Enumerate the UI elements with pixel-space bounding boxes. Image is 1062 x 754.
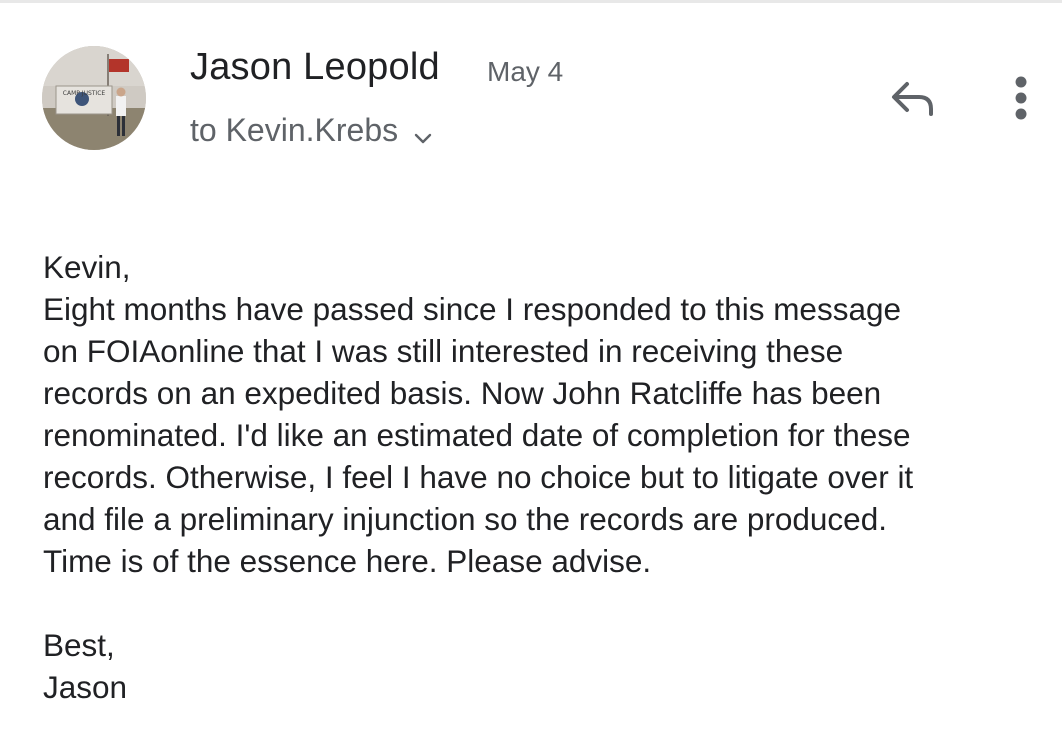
chevron-down-icon [412,121,434,144]
recipient-details-toggle[interactable]: to Kevin.Krebs [190,110,434,150]
reply-button[interactable] [882,72,942,128]
recipient-label: to Kevin.Krebs [190,111,399,148]
body-line: on FOIAonline that I was still intereste… [43,333,844,369]
signoff-line: Jason [43,669,128,705]
body-line: renominated. I'd like an estimated date … [43,417,911,453]
avatar-sign-text: CAMP JUSTICE [63,90,106,97]
message-date: May 4 [487,56,564,87]
body-line: records. Otherwise, I feel I have no cho… [43,459,914,495]
body-line: Kevin, [43,249,131,285]
message-body: Kevin, Eight months have passed since I … [43,246,1048,708]
sender-name[interactable]: Jason Leopold [190,46,440,89]
more-options-button[interactable] [998,70,1044,130]
body-line: Eight months have passed since I respond… [43,291,902,327]
body-line: records on an expedited basis. Now John … [43,375,882,411]
message-header: CAMP JUSTICE Jason Leopold May 4 to Kevi… [0,0,1062,160]
sender-avatar[interactable]: CAMP JUSTICE [42,46,146,150]
body-line: and file a preliminary injunction so the… [43,501,887,537]
avatar-photo: CAMP JUSTICE [42,46,146,150]
reply-icon [887,78,937,123]
signoff-line: Best, [43,627,115,663]
more-vert-icon [1014,75,1028,126]
body-line: Time is of the essence here. Please advi… [43,543,652,579]
